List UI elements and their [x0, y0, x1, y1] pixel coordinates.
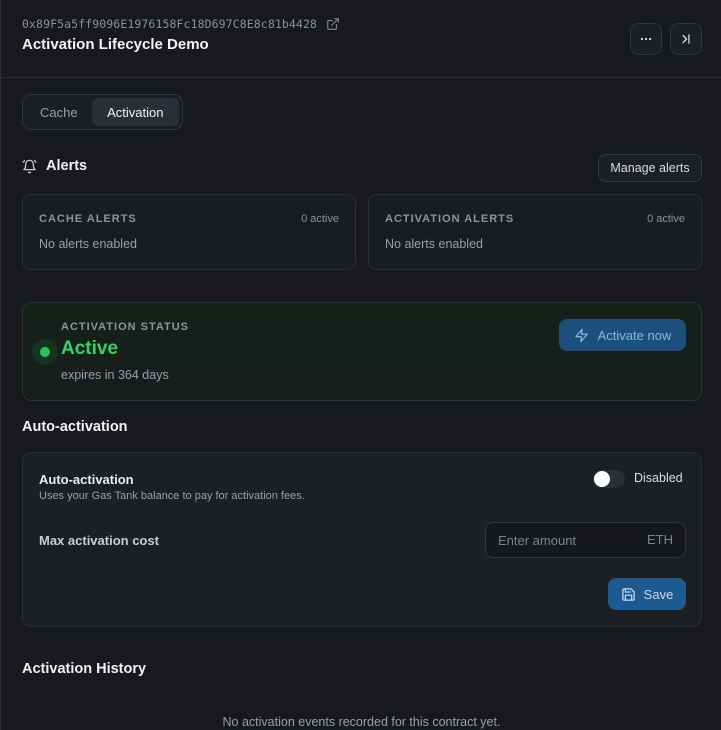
bell-icon [22, 159, 37, 174]
activation-history-title: Activation History [22, 661, 147, 677]
cache-alerts-card: CACHE ALERTS 0 active No alerts enabled [22, 194, 356, 270]
toggle-state-label: Disabled [634, 471, 683, 485]
alert-card-title: ACTIVATION ALERTS [385, 213, 515, 225]
zap-icon [574, 328, 589, 343]
collapse-panel-icon [679, 32, 693, 46]
activate-now-button[interactable]: Activate now [559, 319, 686, 351]
toggle-knob [594, 471, 610, 487]
collapse-panel-button[interactable] [670, 23, 702, 55]
auto-activation-description: Uses your Gas Tank balance to pay for ac… [39, 490, 305, 502]
auto-activation-toggle[interactable] [593, 470, 625, 488]
contract-panel: 0x89F5a5ff9096E1976158Fc18D697C8E8c81b44… [0, 0, 721, 730]
alerts-header: Alerts [22, 158, 87, 174]
address-row: 0x89F5a5ff9096E1976158Fc18D697C8E8c81b44… [22, 17, 340, 31]
manage-alerts-button[interactable]: Manage alerts [598, 154, 702, 182]
tab-bar: Cache Activation [22, 94, 183, 130]
page-title: Activation Lifecycle Demo [22, 36, 209, 53]
more-horizontal-icon [639, 32, 653, 46]
panel-header: 0x89F5a5ff9096E1976158Fc18D697C8E8c81b44… [1, 0, 721, 78]
alert-card-title: CACHE ALERTS [39, 213, 137, 225]
activation-status-card: ACTIVATION STATUS Active expires in 364 … [22, 302, 702, 401]
alert-card-count: 0 active [301, 213, 339, 225]
tab-cache[interactable]: Cache [26, 98, 92, 126]
more-options-button[interactable] [630, 23, 662, 55]
status-indicator [32, 339, 58, 365]
auto-activation-name: Auto-activation [39, 472, 134, 487]
save-label: Save [643, 586, 674, 602]
status-value: Active [61, 338, 119, 359]
max-cost-input[interactable] [486, 523, 636, 557]
auto-activation-section-title: Auto-activation [22, 419, 128, 435]
alert-card-empty: No alerts enabled [39, 237, 137, 251]
history-empty-message: No activation events recorded for this c… [222, 715, 501, 729]
status-dot-icon [40, 347, 50, 357]
alert-card-empty: No alerts enabled [385, 237, 483, 251]
alerts-title: Alerts [46, 158, 88, 174]
save-icon [621, 587, 636, 602]
save-button[interactable]: Save [608, 578, 686, 610]
currency-unit: ETH [647, 532, 673, 547]
status-expiry: expires in 364 days [61, 368, 169, 382]
auto-activation-card: Auto-activation Uses your Gas Tank balan… [22, 452, 702, 627]
activate-now-label: Activate now [597, 327, 672, 343]
alert-card-count: 0 active [647, 213, 685, 225]
activation-alerts-card: ACTIVATION ALERTS 0 active No alerts ena… [368, 194, 702, 270]
tab-activation[interactable]: Activation [91, 98, 179, 126]
contract-address: 0x89F5a5ff9096E1976158Fc18D697C8E8c81b44… [22, 17, 317, 31]
max-activation-cost-label: Max activation cost [39, 533, 159, 548]
external-link-icon[interactable] [326, 17, 340, 31]
status-label: ACTIVATION STATUS [61, 321, 190, 333]
max-cost-field: ETH [485, 522, 686, 558]
